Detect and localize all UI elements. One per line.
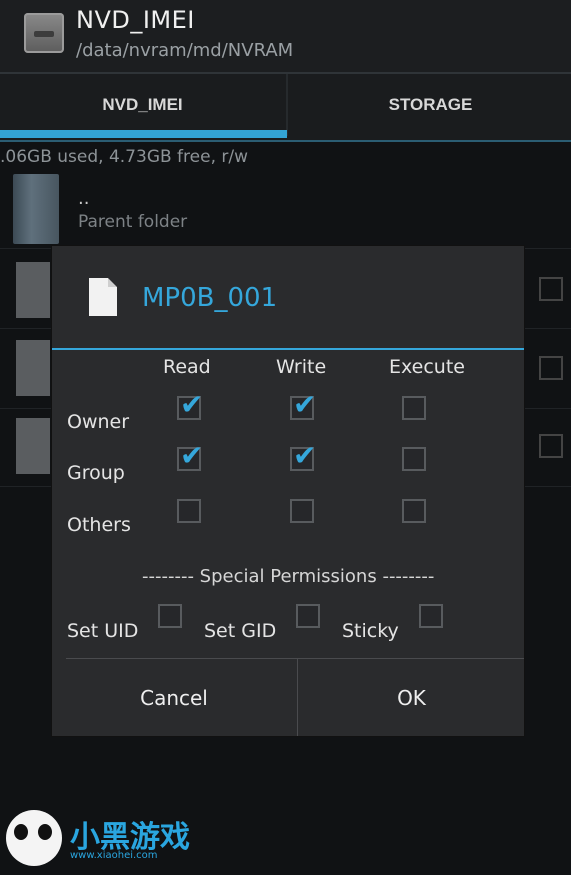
set-gid-label: Set GID bbox=[204, 620, 277, 642]
sticky-checkbox[interactable] bbox=[419, 604, 443, 628]
owner-write-checkbox[interactable] bbox=[290, 388, 316, 421]
parent-folder-name: .. bbox=[78, 188, 90, 209]
ok-button[interactable]: OK bbox=[297, 659, 525, 736]
set-gid-checkbox[interactable] bbox=[296, 604, 320, 628]
parent-folder-label: Parent folder bbox=[78, 212, 188, 232]
file-icon bbox=[16, 340, 50, 396]
folder-title: NVD_IMEI bbox=[76, 6, 195, 34]
folder-path: /data/nvram/md/NVRAM bbox=[76, 40, 294, 61]
column-read: Read bbox=[163, 356, 211, 378]
set-uid-checkbox[interactable] bbox=[158, 604, 182, 628]
active-tab-indicator bbox=[0, 130, 287, 138]
file-icon bbox=[16, 418, 50, 474]
title-divider bbox=[52, 348, 524, 350]
others-write-checkbox[interactable] bbox=[290, 499, 314, 523]
row-others: Others bbox=[67, 514, 131, 536]
tab-storage[interactable]: STORAGE bbox=[286, 74, 571, 136]
group-write-checkbox[interactable] bbox=[290, 439, 316, 472]
row-checkbox[interactable] bbox=[539, 434, 563, 458]
folder-icon bbox=[13, 174, 59, 244]
group-read-checkbox[interactable] bbox=[177, 439, 203, 472]
dialog-title: MP0B_001 bbox=[142, 283, 278, 313]
row-checkbox[interactable] bbox=[539, 277, 563, 301]
file-icon bbox=[16, 262, 50, 318]
watermark-url: www.xiaohei.com bbox=[70, 850, 158, 861]
storage-info: .06GB used, 4.73GB free, r/w bbox=[0, 147, 249, 167]
permissions-dialog: MP0B_001 Read Write Execute Owner Group … bbox=[52, 246, 524, 736]
parent-folder-row[interactable] bbox=[0, 170, 571, 249]
set-uid-label: Set UID bbox=[67, 620, 139, 642]
row-owner: Owner bbox=[67, 411, 130, 433]
column-write: Write bbox=[276, 356, 327, 378]
file-icon bbox=[89, 278, 117, 316]
special-permissions-heading: -------- Special Permissions -------- bbox=[142, 566, 435, 587]
watermark-logo: 小黑游戏 www.xiaohei.com bbox=[4, 808, 194, 872]
action-bar: NVD_IMEI /data/nvram/md/NVRAM bbox=[0, 0, 571, 74]
panda-icon bbox=[6, 810, 62, 866]
cancel-button[interactable]: Cancel bbox=[52, 659, 296, 736]
tab-nvd-imei[interactable]: NVD_IMEI bbox=[0, 74, 285, 136]
sticky-label: Sticky bbox=[342, 620, 399, 642]
column-execute: Execute bbox=[389, 356, 465, 378]
drive-icon[interactable] bbox=[24, 13, 64, 53]
owner-execute-checkbox[interactable] bbox=[402, 396, 426, 420]
others-execute-checkbox[interactable] bbox=[402, 499, 426, 523]
owner-read-checkbox[interactable] bbox=[177, 388, 203, 421]
row-checkbox[interactable] bbox=[539, 356, 563, 380]
row-group: Group bbox=[67, 462, 125, 484]
group-execute-checkbox[interactable] bbox=[402, 447, 426, 471]
others-read-checkbox[interactable] bbox=[177, 499, 201, 523]
